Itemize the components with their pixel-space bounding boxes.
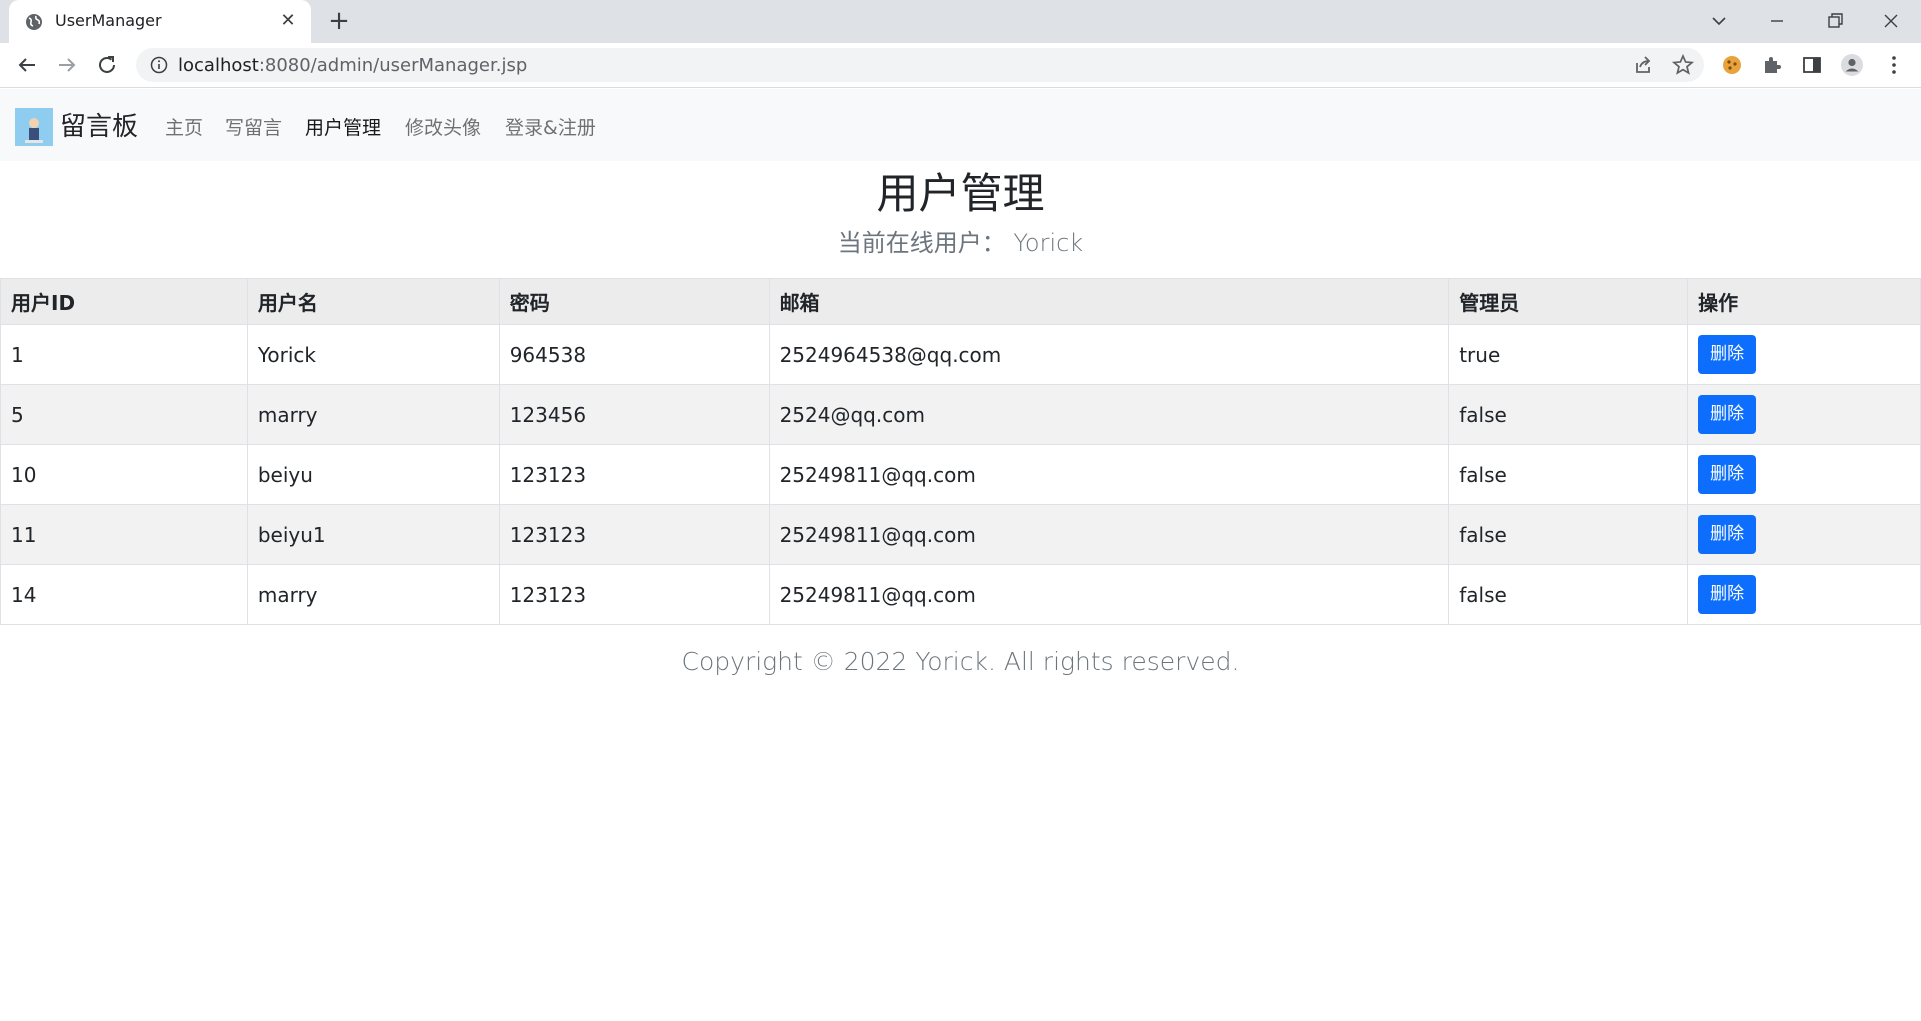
- cell-admin: false: [1448, 504, 1689, 565]
- delete-button[interactable]: 删除: [1698, 335, 1757, 374]
- cell-action: 删除: [1687, 564, 1921, 625]
- sidepanel-icon[interactable]: [1800, 53, 1824, 77]
- url-path: :8080/admin/userManager.jsp: [258, 55, 528, 76]
- nav-link-login[interactable]: 登录&注册: [505, 113, 596, 140]
- cell-action: 删除: [1687, 444, 1921, 505]
- cell-admin: false: [1448, 564, 1689, 625]
- share-icon[interactable]: [1631, 53, 1655, 77]
- header-username: 用户名: [246, 278, 500, 325]
- cell-email: 2524@qq.com: [768, 384, 1450, 445]
- delete-button[interactable]: 删除: [1698, 575, 1757, 614]
- table-row: 14 marry 123123 25249811@qq.com false 删除: [0, 564, 1921, 625]
- profile-icon[interactable]: [1840, 53, 1864, 77]
- cell-name: beiyu: [246, 444, 500, 505]
- browser-tabstrip: UserManager ✕ +: [0, 0, 1921, 43]
- cell-email: 25249811@qq.com: [768, 444, 1450, 505]
- puzzle-icon[interactable]: [1760, 53, 1784, 77]
- star-icon[interactable]: [1671, 53, 1695, 77]
- table-header-row: 用户ID 用户名 密码 邮箱 管理员 操作: [0, 278, 1921, 325]
- delete-button[interactable]: 删除: [1698, 455, 1757, 494]
- brand-logo-icon[interactable]: [15, 108, 53, 146]
- cell-password: 964538: [498, 324, 770, 385]
- table-row: 5 marry 123456 2524@qq.com false 删除: [0, 384, 1921, 445]
- plus-icon[interactable]: +: [325, 8, 353, 36]
- brand-name[interactable]: 留言板: [60, 106, 138, 143]
- cell-email: 2524964538@qq.com: [768, 324, 1450, 385]
- nav-link-write[interactable]: 写留言: [225, 113, 282, 140]
- info-icon[interactable]: [150, 56, 168, 74]
- cell-email: 25249811@qq.com: [768, 504, 1450, 565]
- cell-action: 删除: [1687, 384, 1921, 445]
- header-admin: 管理员: [1448, 278, 1689, 325]
- nav-link-user-manage[interactable]: 用户管理: [305, 113, 381, 140]
- cell-admin: false: [1448, 384, 1689, 445]
- cell-action: 删除: [1687, 504, 1921, 565]
- cell-admin: true: [1448, 324, 1689, 385]
- globe-icon: [26, 14, 42, 30]
- table-row: 11 beiyu1 123123 25249811@qq.com false 删…: [0, 504, 1921, 565]
- browser-toolbar: localhost:8080/admin/userManager.jsp: [0, 43, 1921, 88]
- cell-admin: false: [1448, 444, 1689, 505]
- cell-action: 删除: [1687, 324, 1921, 385]
- cell-email: 25249811@qq.com: [768, 564, 1450, 625]
- url-text: localhost:8080/admin/userManager.jsp: [178, 55, 527, 76]
- nav-link-home[interactable]: 主页: [165, 113, 203, 140]
- header-action: 操作: [1687, 278, 1921, 325]
- cell-password: 123123: [498, 564, 770, 625]
- cookie-icon[interactable]: [1720, 53, 1744, 77]
- reload-icon[interactable]: [93, 51, 121, 79]
- delete-button[interactable]: 删除: [1698, 515, 1757, 554]
- cell-id: 11: [0, 504, 248, 565]
- minimize-icon[interactable]: [1757, 6, 1797, 36]
- header-password: 密码: [498, 278, 770, 325]
- url-host: localhost: [178, 55, 259, 76]
- address-bar[interactable]: localhost:8080/admin/userManager.jsp: [136, 48, 1704, 82]
- cell-id: 1: [0, 324, 248, 385]
- cell-name: Yorick: [246, 324, 500, 385]
- more-icon[interactable]: [1882, 53, 1906, 77]
- tab-title: UserManager: [55, 11, 162, 30]
- user-table: 用户ID 用户名 密码 邮箱 管理员 操作 1 Yorick 964538 25…: [0, 278, 1921, 625]
- cell-id: 10: [0, 444, 248, 505]
- online-label: 当前在线用户：: [837, 229, 1006, 257]
- footer-copyright: Copyright © 2022 Yorick. All rights rese…: [681, 647, 1240, 676]
- online-user-line: 当前在线用户： Yorick: [0, 223, 1921, 258]
- chevron-down-icon[interactable]: [1699, 6, 1739, 36]
- cell-password: 123123: [498, 504, 770, 565]
- online-user: Yorick: [1013, 229, 1084, 257]
- cell-password: 123456: [498, 384, 770, 445]
- header-email: 邮箱: [768, 278, 1450, 325]
- close-icon[interactable]: ✕: [277, 10, 299, 32]
- back-icon[interactable]: [13, 51, 41, 79]
- window-close-icon[interactable]: [1871, 6, 1911, 36]
- cell-name: marry: [246, 564, 500, 625]
- delete-button[interactable]: 删除: [1698, 395, 1757, 434]
- forward-icon[interactable]: [53, 51, 81, 79]
- cell-name: beiyu1: [246, 504, 500, 565]
- browser-tab[interactable]: UserManager ✕: [9, 0, 311, 43]
- table-row: 10 beiyu 123123 25249811@qq.com false 删除: [0, 444, 1921, 505]
- cell-name: marry: [246, 384, 500, 445]
- cell-id: 14: [0, 564, 248, 625]
- table-row: 1 Yorick 964538 2524964538@qq.com true 删…: [0, 324, 1921, 385]
- header-user-id: 用户ID: [0, 278, 248, 325]
- nav-link-avatar[interactable]: 修改头像: [405, 113, 481, 140]
- cell-id: 5: [0, 384, 248, 445]
- page-title: 用户管理: [876, 169, 1045, 218]
- restore-icon[interactable]: [1814, 6, 1854, 36]
- site-navbar: 留言板 主页 写留言 用户管理 修改头像 登录&注册: [0, 89, 1921, 161]
- cell-password: 123123: [498, 444, 770, 505]
